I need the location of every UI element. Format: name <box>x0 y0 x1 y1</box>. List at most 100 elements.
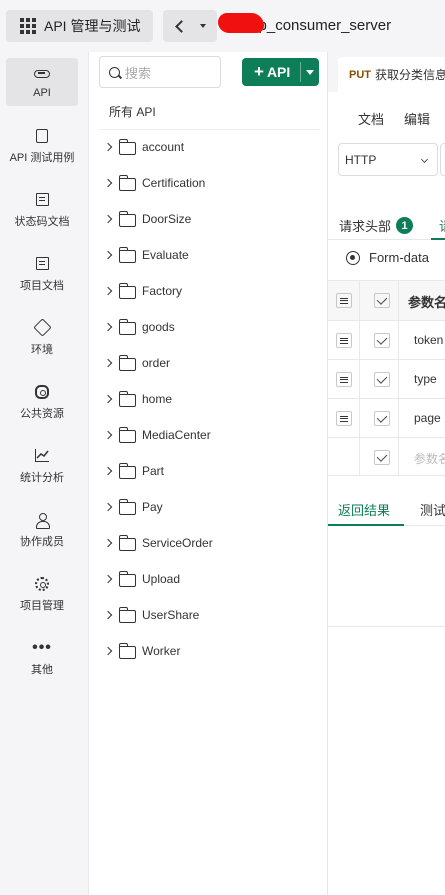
chevron-right-icon[interactable] <box>103 178 113 188</box>
row-checkbox[interactable] <box>374 411 390 426</box>
search-input[interactable]: 搜索 <box>99 56 221 88</box>
tree-folder[interactable]: MediaCenter <box>103 425 211 445</box>
clipboard-check-icon <box>34 128 50 144</box>
folder-label: Evaluate <box>142 248 189 262</box>
tab-label: 请求头部 <box>339 219 392 234</box>
table-row: type <box>328 359 445 398</box>
request-tabs: 请求头部 1 请 <box>328 214 445 240</box>
tree-folder[interactable]: Worker <box>103 641 180 661</box>
tree-folder[interactable]: UserShare <box>103 605 199 625</box>
tree-folder[interactable]: Pay <box>103 497 163 517</box>
add-api-button[interactable]: + API <box>242 58 319 86</box>
tab-request-headers[interactable]: 请求头部 1 <box>339 216 414 235</box>
folder-icon <box>118 390 136 407</box>
tree-folder[interactable]: DoorSize <box>103 209 191 229</box>
nav-item-api-test-cases[interactable]: API 测试用例 <box>6 122 78 170</box>
tree-folder[interactable]: Evaluate <box>103 245 189 265</box>
chevron-right-icon[interactable] <box>103 142 113 152</box>
tree-folder[interactable]: goods <box>103 317 175 337</box>
nav-item-members[interactable]: 协作成员 <box>6 506 78 554</box>
divider <box>328 626 445 627</box>
tab-title: 获取分类信息 <box>375 68 445 82</box>
row-checkbox[interactable] <box>374 450 390 465</box>
gear-icon <box>34 576 50 592</box>
tab-bar: PUT 获取分类信息 <box>328 52 445 92</box>
chevron-right-icon[interactable] <box>103 394 113 404</box>
count-badge: 1 <box>396 217 414 234</box>
chevron-right-icon[interactable] <box>103 610 113 620</box>
drag-handle-icon[interactable] <box>336 333 352 348</box>
tab-response-result[interactable]: 返回结果 <box>328 500 404 526</box>
chevron-left-icon <box>175 19 188 33</box>
table-row-new: 参数名 <box>328 437 445 476</box>
user-icon <box>34 512 50 529</box>
chevron-right-icon[interactable] <box>103 250 113 260</box>
tree-folder[interactable]: order <box>103 353 170 373</box>
param-name[interactable]: page <box>414 411 441 425</box>
tree-folder[interactable]: Certification <box>103 173 205 193</box>
caret-down-icon[interactable] <box>306 69 314 75</box>
api-editor-panel: PUT 获取分类信息 文档 编辑 HTTP 请求头部 1 请 Form-data… <box>328 52 445 895</box>
tree-folder[interactable]: Upload <box>103 569 180 589</box>
chevron-right-icon[interactable] <box>103 322 113 332</box>
param-name[interactable]: type <box>414 372 437 386</box>
chevron-right-icon[interactable] <box>103 538 113 548</box>
folder-icon <box>118 462 136 479</box>
folder-icon <box>118 354 136 371</box>
tree-all-apis[interactable]: 所有 API <box>109 103 156 120</box>
tree-folder[interactable]: Part <box>103 461 164 481</box>
tab-test[interactable]: 测试 <box>420 500 445 519</box>
tree-folder[interactable]: account <box>103 137 184 157</box>
chevron-right-icon[interactable] <box>103 466 113 476</box>
app-menu-button[interactable]: API 管理与测试 <box>6 10 153 42</box>
table-row: page <box>328 398 445 437</box>
url-input[interactable] <box>440 143 445 176</box>
tab-api-detail[interactable]: PUT 获取分类信息 <box>338 57 445 92</box>
param-table: 参数名 token type page 参数名 <box>328 280 445 476</box>
puzzle-icon <box>34 384 50 400</box>
chevron-right-icon[interactable] <box>103 430 113 440</box>
chevron-right-icon[interactable] <box>103 646 113 656</box>
body-type-form-data[interactable]: Form-data <box>346 250 429 265</box>
select-all-checkbox[interactable] <box>374 293 390 308</box>
folder-icon <box>118 606 136 623</box>
folder-icon <box>118 534 136 551</box>
search-placeholder: 搜索 <box>125 65 152 81</box>
folder-label: ServiceOrder <box>142 536 213 550</box>
chevron-right-icon[interactable] <box>103 574 113 584</box>
param-name-input[interactable]: 参数名 <box>414 450 445 467</box>
nav-item-environment[interactable]: 环境 <box>6 314 78 362</box>
row-checkbox[interactable] <box>374 333 390 348</box>
tab-edit[interactable]: 编辑 <box>404 109 430 128</box>
add-api-label: API <box>266 64 291 80</box>
nav-item-public-resources[interactable]: 公共资源 <box>6 378 78 426</box>
nav-item-more[interactable]: ••• 其他 <box>6 634 78 682</box>
back-button[interactable] <box>163 10 217 42</box>
tab-docs[interactable]: 文档 <box>358 109 384 128</box>
body-type-label: Form-data <box>369 250 429 265</box>
tab-request-body[interactable]: 请 <box>431 214 445 240</box>
folder-icon <box>118 642 136 659</box>
nav-item-status-codes[interactable]: 状态码文档 <box>6 186 78 234</box>
param-name[interactable]: token <box>414 333 443 347</box>
chevron-right-icon[interactable] <box>103 214 113 224</box>
tree-folder[interactable]: home <box>103 389 172 409</box>
chevron-right-icon[interactable] <box>103 286 113 296</box>
app-menu-label: API 管理与测试 <box>44 18 141 34</box>
protocol-select[interactable]: HTTP <box>338 143 438 176</box>
drag-handle-icon[interactable] <box>336 411 352 426</box>
nav-item-project-docs[interactable]: 项目文档 <box>6 250 78 298</box>
top-bar: API 管理与测试 oshop_consumer_server <box>0 0 445 52</box>
nav-item-statistics[interactable]: 统计分析 <box>6 442 78 490</box>
tree-folder[interactable]: Factory <box>103 281 182 301</box>
table-header: 参数名 <box>328 280 445 320</box>
nav-item-api[interactable]: API <box>6 58 78 106</box>
add-api-main[interactable]: + API <box>242 62 300 82</box>
row-checkbox[interactable] <box>374 372 390 387</box>
chevron-right-icon[interactable] <box>103 502 113 512</box>
drag-handle-icon[interactable] <box>336 372 352 387</box>
menu-icon[interactable] <box>336 293 352 308</box>
chevron-right-icon[interactable] <box>103 358 113 368</box>
nav-item-project-manage[interactable]: 项目管理 <box>6 570 78 618</box>
tree-folder[interactable]: ServiceOrder <box>103 533 213 553</box>
